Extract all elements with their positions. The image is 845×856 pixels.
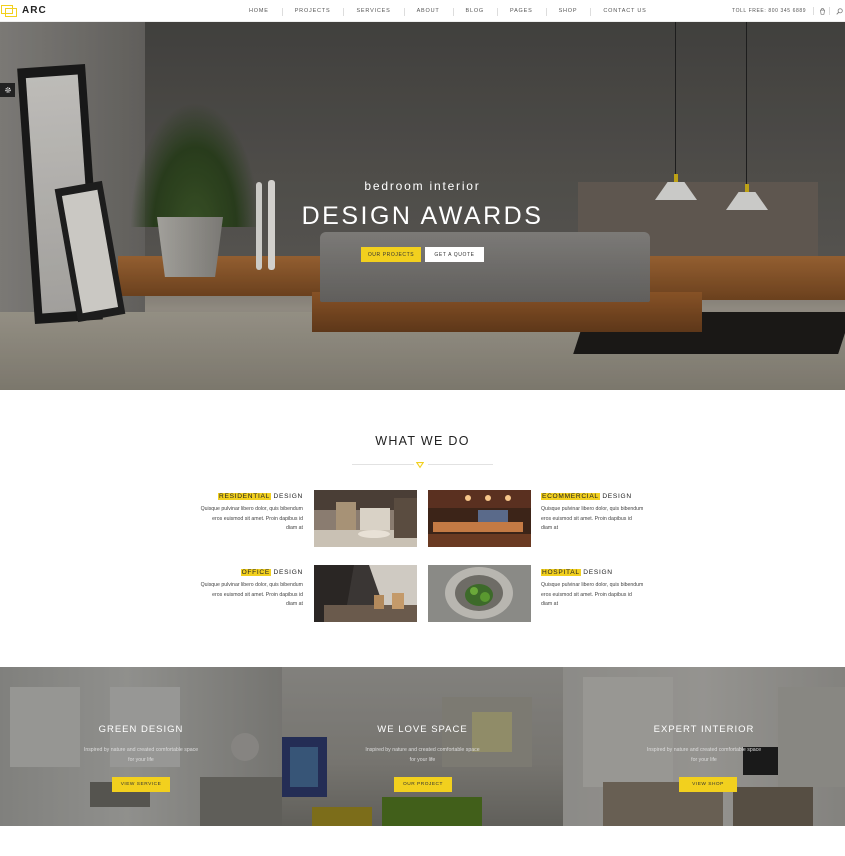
service-description: Quisque pulvinar libero dolor, quis bibe…	[200, 582, 303, 607]
panel-title: WE LOVE SPACE	[377, 724, 468, 735]
site-header: ARC HOME PROJECTS SERVICES ABOUT BLOG PA…	[0, 0, 845, 22]
section-title: WHAT WE DO	[375, 434, 470, 448]
site-logo[interactable]: ARC	[1, 4, 47, 17]
main-nav: HOME PROJECTS SERVICES ABOUT BLOG PAGES …	[236, 0, 660, 22]
get-quote-button[interactable]: GET A QUOTE	[425, 247, 484, 262]
hero-banner: bedroom interior DESIGN AWARDS OUR PROJE…	[0, 22, 845, 390]
feature-panel-green-design: GREEN DESIGN Inspired by nature and crea…	[0, 667, 282, 826]
panel-description: Inspired by nature and created comfortab…	[646, 747, 762, 763]
header-divider	[813, 7, 814, 15]
service-heading[interactable]: RESIDENTIAL DESIGN	[200, 492, 303, 502]
nav-pages[interactable]: PAGES	[497, 8, 546, 16]
service-heading[interactable]: HOSPITAL DESIGN	[541, 568, 644, 578]
toll-free-number: TOLL FREE: 800 345 6889	[732, 8, 807, 14]
service-image-ecommercial[interactable]	[428, 490, 531, 547]
service-image-hospital[interactable]	[428, 565, 531, 622]
service-description: Quisque pulvinar libero dolor, quis bibe…	[200, 506, 303, 531]
search-icon[interactable]	[834, 6, 844, 16]
service-heading[interactable]: OFFICE DESIGN	[200, 568, 303, 578]
settings-toggle[interactable]	[0, 83, 15, 97]
nav-blog[interactable]: BLOG	[452, 8, 497, 16]
panel-title: EXPERT INTERIOR	[653, 724, 755, 735]
nav-services[interactable]: SERVICES	[343, 8, 403, 16]
service-description: Quisque pulvinar libero dolor, quis bibe…	[541, 506, 644, 531]
nav-projects[interactable]: PROJECTS	[281, 8, 344, 16]
header-divider	[829, 7, 830, 15]
service-office: OFFICE DESIGN Quisque pulvinar libero do…	[200, 568, 303, 610]
panel-description: Inspired by nature and created comfortab…	[365, 747, 480, 763]
our-project-button[interactable]: OUR PROJECT	[394, 777, 452, 792]
logo-icon	[1, 4, 17, 17]
title-divider	[428, 464, 493, 465]
chevron-down-icon	[416, 462, 424, 469]
feature-panel-we-love-space: WE LOVE SPACE Inspired by nature and cre…	[282, 667, 563, 826]
logo-text: ARC	[22, 5, 47, 16]
view-service-button[interactable]: VIEW SERVICE	[112, 777, 170, 792]
panel-title: GREEN DESIGN	[98, 724, 184, 735]
hero-subtitle: bedroom interior	[364, 179, 481, 193]
cart-icon[interactable]	[817, 6, 827, 16]
service-ecommercial: ECOMMERCIAL DESIGN Quisque pulvinar libe…	[541, 492, 644, 534]
feature-panel-expert-interior: EXPERT INTERIOR Inspired by nature and c…	[563, 667, 845, 826]
nav-contact-us[interactable]: CONTACT US	[590, 8, 659, 16]
nav-home[interactable]: HOME	[236, 8, 282, 14]
service-image-residential[interactable]	[314, 490, 417, 547]
our-projects-button[interactable]: OUR PROJECTS	[361, 247, 421, 262]
service-hospital: HOSPITAL DESIGN Quisque pulvinar libero …	[541, 568, 644, 610]
panel-description: Inspired by nature and created comfortab…	[83, 747, 199, 763]
title-divider	[352, 464, 414, 465]
service-description: Quisque pulvinar libero dolor, quis bibe…	[541, 582, 644, 607]
nav-about[interactable]: ABOUT	[403, 8, 453, 16]
service-residential: RESIDENTIAL DESIGN Quisque pulvinar libe…	[200, 492, 303, 534]
gear-icon	[4, 87, 11, 93]
service-image-office[interactable]	[314, 565, 417, 622]
hero-title: DESIGN AWARDS	[301, 202, 544, 230]
view-shop-button[interactable]: VIEW SHOP	[679, 777, 737, 792]
nav-shop[interactable]: SHOP	[545, 8, 591, 16]
service-heading[interactable]: ECOMMERCIAL DESIGN	[541, 492, 644, 502]
